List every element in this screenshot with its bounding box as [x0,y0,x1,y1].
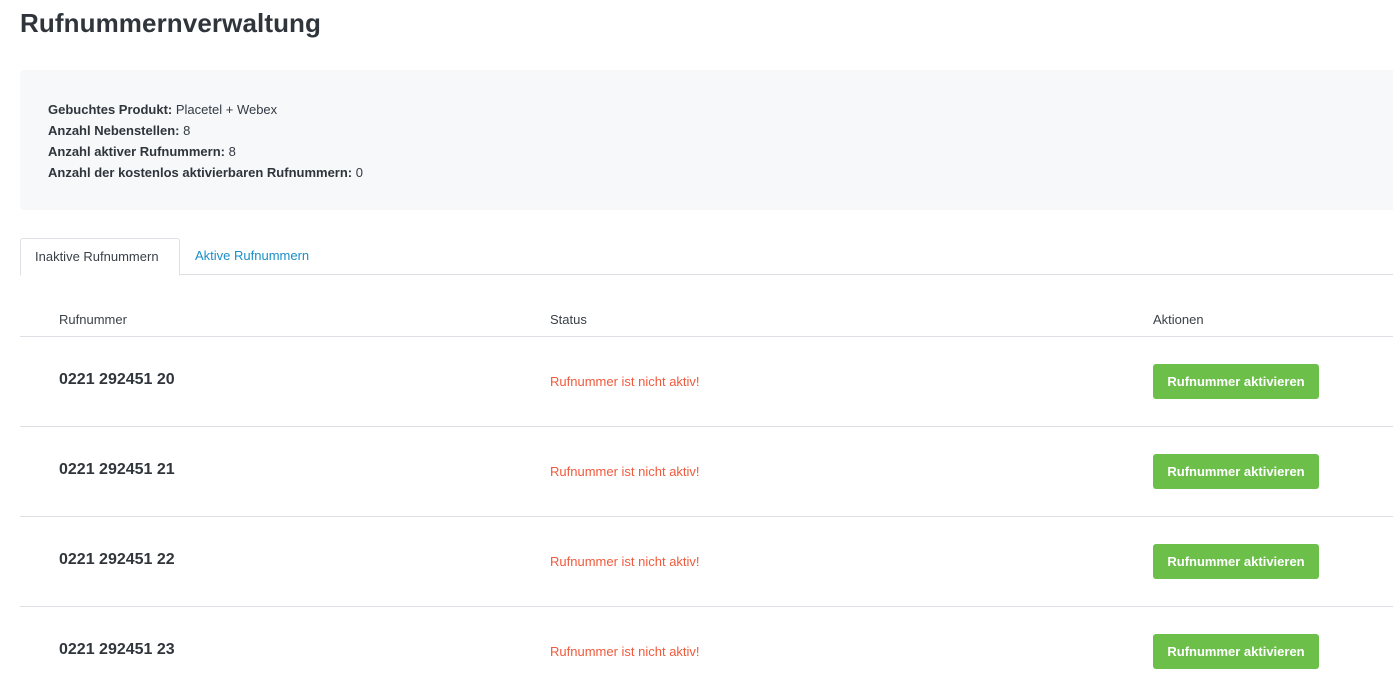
table-row: 0221 292451 20 Rufnummer ist nicht aktiv… [20,337,1393,427]
number-tabs: Inaktive Rufnummern Aktive Rufnummern [20,238,1393,276]
extensions-info-line: Anzahl Nebenstellen: 8 [48,120,1393,141]
extensions-label: Anzahl Nebenstellen: [48,123,180,138]
activate-number-button[interactable]: Rufnummer aktivieren [1153,634,1319,669]
numbers-table: Rufnummer Status Aktionen 0221 292451 20… [20,303,1393,696]
page-title: Rufnummernverwaltung [20,8,322,38]
activate-number-button[interactable]: Rufnummer aktivieren [1153,544,1319,579]
column-header-actions: Aktionen [1153,312,1204,327]
product-label: Gebuchtes Produkt: [48,102,173,117]
phone-number: 0221 292451 21 [59,461,175,478]
phone-number: 0221 292451 20 [59,371,175,388]
table-row: 0221 292451 22 Rufnummer ist nicht aktiv… [20,517,1393,607]
tab-inactive-numbers[interactable]: Inaktive Rufnummern [20,238,180,276]
status-text: Rufnummer ist nicht aktiv! [550,464,700,479]
tab-active-numbers[interactable]: Aktive Rufnummern [181,238,323,275]
extensions-value: 8 [183,123,191,138]
phone-number: 0221 292451 23 [59,641,175,658]
column-header-status: Status [550,312,587,327]
free-numbers-info-line: Anzahl der kostenlos aktivierbaren Rufnu… [48,162,1393,183]
active-numbers-value: 8 [228,144,236,159]
product-info-line: Gebuchtes Produkt: Placetel + Webex [48,99,1393,120]
table-row: 0221 292451 23 Rufnummer ist nicht aktiv… [20,607,1393,696]
status-text: Rufnummer ist nicht aktiv! [550,644,700,659]
activate-number-button[interactable]: Rufnummer aktivieren [1153,364,1319,399]
product-value: Placetel + Webex [175,102,278,117]
status-text: Rufnummer ist nicht aktiv! [550,554,700,569]
active-numbers-info-line: Anzahl aktiver Rufnummern: 8 [48,141,1393,162]
column-header-number: Rufnummer [59,312,127,327]
product-info-panel: Gebuchtes Produkt: Placetel + Webex Anza… [20,70,1393,210]
table-row: 0221 292451 21 Rufnummer ist nicht aktiv… [20,427,1393,517]
free-numbers-value: 0 [355,165,363,180]
free-numbers-label: Anzahl der kostenlos aktivierbaren Rufnu… [48,165,353,180]
status-text: Rufnummer ist nicht aktiv! [550,374,700,389]
active-numbers-label: Anzahl aktiver Rufnummern: [48,144,225,159]
activate-number-button[interactable]: Rufnummer aktivieren [1153,454,1319,489]
phone-number: 0221 292451 22 [59,551,175,568]
table-header: Rufnummer Status Aktionen [20,303,1393,337]
